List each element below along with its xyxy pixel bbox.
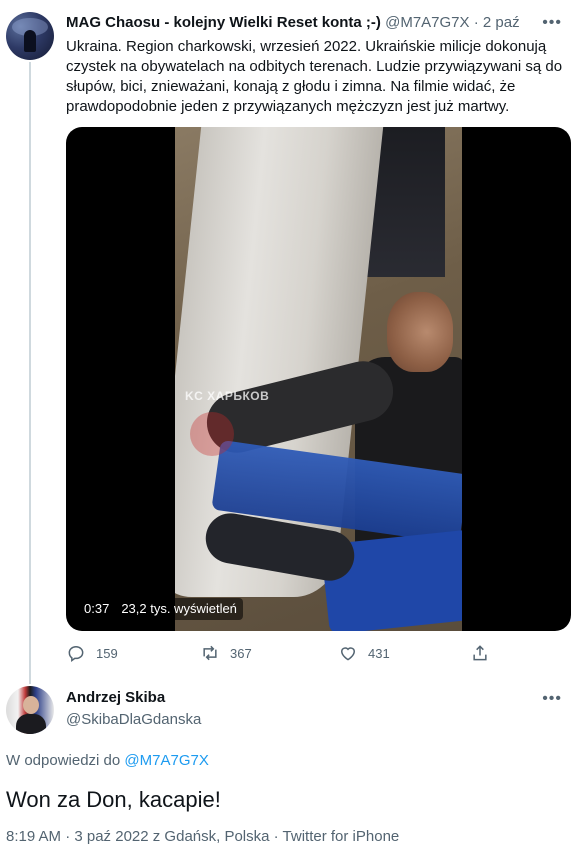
reply-author-handle[interactable]: @SkibaDlaGdanska	[66, 711, 201, 728]
replying-prefix: W odpowiedzi do	[6, 752, 121, 769]
tweet-time[interactable]: 2 paź	[483, 14, 520, 31]
video-watermark: KC ХАРЬКОВ	[185, 389, 270, 403]
avatar-body	[16, 714, 46, 734]
video-views: 23,2 tys. wyświetleń	[121, 601, 237, 616]
avatar-figure	[24, 30, 36, 52]
author-handle[interactable]: @M7A7G7X	[385, 14, 469, 31]
tweet-text: Ukraina. Region charkowski, wrzesień 202…	[66, 38, 563, 115]
heart-icon	[340, 647, 356, 661]
like-button[interactable]: 431	[338, 643, 390, 663]
author-avatar[interactable]	[6, 12, 54, 60]
video-info-overlay: 0:37 23,2 tys. wyświetleń	[78, 598, 243, 620]
avatar-face	[23, 696, 39, 714]
replying-to-link[interactable]: @M7A7G7X	[124, 752, 208, 769]
share-button[interactable]	[470, 643, 490, 663]
video-watermark-logo	[190, 412, 234, 456]
reply-button[interactable]: 159	[66, 643, 118, 663]
more-options-icon[interactable]: •••	[542, 14, 562, 32]
replying-to: W odpowiedzi do @M7A7G7X	[6, 752, 209, 769]
reply-text: Won za Don, kacapie!	[6, 787, 221, 812]
reply-count: 159	[96, 645, 118, 661]
reply-icon	[68, 645, 84, 662]
like-count: 431	[368, 645, 390, 661]
retweet-button[interactable]: 367	[200, 643, 252, 663]
reply-author-avatar[interactable]	[6, 686, 54, 734]
thread-line	[29, 62, 31, 684]
video-duration: 0:37	[84, 601, 110, 616]
tweet-actions: 159 367 431	[66, 643, 496, 667]
reply-timestamp[interactable]: 8:19 AM · 3 paź 2022 z Gdańsk, Polska · …	[6, 828, 399, 845]
video-frame: KC ХАРЬКОВ	[175, 127, 462, 631]
meta-separator: ·	[469, 14, 483, 31]
share-icon	[473, 645, 487, 661]
tweet-header: MAG Chaosu - kolejny Wielki Reset konta …	[66, 14, 530, 31]
reply-author-name[interactable]: Andrzej Skiba	[66, 689, 165, 706]
reply-more-options-icon[interactable]: •••	[542, 690, 562, 708]
author-name[interactable]: MAG Chaosu - kolejny Wielki Reset konta …	[66, 14, 381, 31]
retweet-icon	[203, 645, 217, 661]
retweet-count: 367	[230, 645, 252, 661]
video-player[interactable]: KC ХАРЬКОВ 0:37 23,2 tys. wyświetleń	[66, 127, 571, 631]
video-head	[387, 292, 453, 372]
